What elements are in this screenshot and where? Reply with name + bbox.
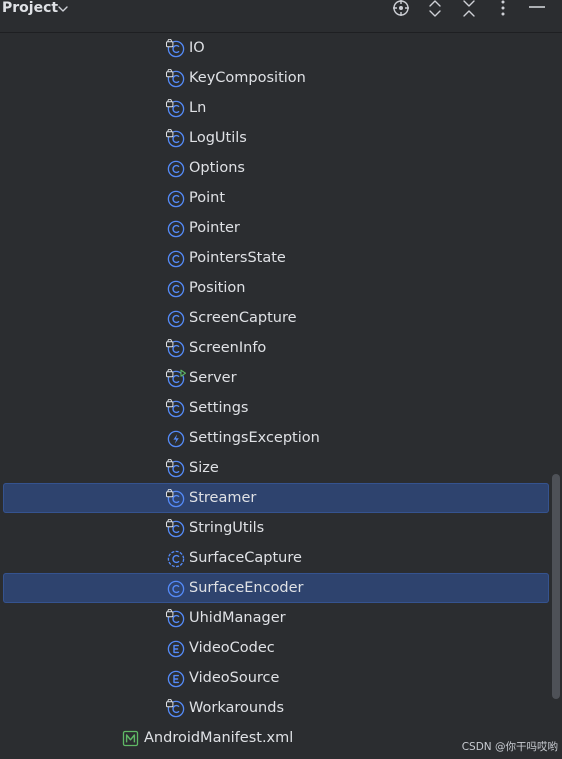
project-header: Project [0, 0, 562, 33]
tree-item[interactable]: StringUtils [3, 513, 549, 543]
tree-item-label: Ln [189, 100, 207, 116]
vertical-scrollbar-thumb[interactable] [552, 474, 560, 699]
manifest-icon [121, 729, 141, 749]
tree-item-label: UhidManager [189, 610, 286, 626]
class-icon [166, 698, 186, 719]
class-icon [166, 159, 186, 179]
tree-item[interactable]: Size [3, 453, 549, 483]
project-tool-window: Project IO KeyComposition Ln LogUtils Op… [0, 0, 562, 759]
class-icon [166, 458, 186, 479]
tree-item-label: ScreenInfo [189, 340, 267, 356]
exception-class-icon [166, 429, 186, 449]
hide-panel-icon[interactable] [527, 0, 547, 18]
tree-item-label: Position [189, 280, 246, 296]
tree-item[interactable]: IO [3, 33, 549, 63]
tree-item[interactable]: Settings [3, 393, 549, 423]
tree-item[interactable]: VideoSource [3, 663, 549, 693]
tree-item-label: Streamer [189, 490, 257, 506]
tree-item-label: KeyComposition [189, 70, 306, 86]
tree-item[interactable]: UhidManager [3, 603, 549, 633]
tree-item-label: Server [189, 370, 237, 386]
class-icon [166, 309, 186, 329]
tree-item-label: VideoSource [189, 670, 280, 686]
tree-item[interactable]: ScreenCapture [3, 303, 549, 333]
class-icon [166, 368, 187, 389]
tree-item[interactable]: Position [3, 273, 549, 303]
tree-item-label: Pointer [189, 220, 240, 236]
tree-item[interactable]: LogUtils [3, 123, 549, 153]
watermark: CSDN @你干吗哎哟 [461, 741, 558, 753]
class-icon [166, 68, 186, 89]
tree-item-label: PointersState [189, 250, 286, 266]
tree-item-label: LogUtils [189, 130, 247, 146]
tree-item-label: SurfaceCapture [189, 550, 302, 566]
tree-item-label: Options [189, 160, 245, 176]
class-icon [166, 128, 186, 149]
tree-item-label: IO [189, 40, 205, 56]
more-options-icon[interactable] [493, 0, 513, 18]
tree-item[interactable]: SurfaceEncoder [3, 573, 549, 603]
class-icon [166, 189, 186, 209]
class-icon [166, 279, 186, 299]
locate-icon[interactable] [391, 0, 411, 18]
tree-item[interactable]: SettingsException [3, 423, 549, 453]
enum-icon [166, 639, 186, 659]
tree-item-label: Workarounds [189, 700, 285, 716]
tree-item-label: StringUtils [189, 520, 265, 536]
class-icon [166, 579, 186, 599]
class-icon [166, 338, 186, 359]
class-icon [166, 249, 186, 269]
tree-item[interactable]: PointersState [3, 243, 549, 273]
class-icon [166, 518, 186, 539]
panel-title[interactable]: Project [2, 0, 58, 17]
expand-all-icon[interactable] [425, 0, 445, 18]
class-icon [166, 219, 186, 239]
tree-item-label: Settings [189, 400, 249, 416]
collapse-all-icon[interactable] [459, 0, 479, 18]
abstract-class-icon [166, 549, 186, 569]
tree-item[interactable]: Workarounds [3, 693, 549, 723]
enum-icon [166, 669, 186, 689]
tree-item-label: VideoCodec [189, 640, 275, 656]
project-tree: IO KeyComposition Ln LogUtils Options Point Po… [0, 33, 550, 759]
tree-item[interactable]: Pointer [3, 213, 549, 243]
tree-item-label: SettingsException [189, 430, 320, 446]
class-icon [166, 98, 186, 119]
tree-item[interactable]: SurfaceCapture [3, 543, 549, 573]
class-icon [166, 398, 186, 419]
chevron-down-icon[interactable] [56, 1, 70, 15]
class-icon [166, 608, 186, 629]
tree-item-label: ScreenCapture [189, 310, 297, 326]
tree-item[interactable]: Streamer [3, 483, 549, 513]
class-icon [166, 488, 186, 509]
tree-item[interactable]: VideoCodec [3, 633, 549, 663]
tree-item[interactable]: KeyComposition [3, 63, 549, 93]
tree-item-label: Point [189, 190, 226, 206]
tree-item[interactable]: Server [3, 363, 549, 393]
tree-item[interactable]: Point [3, 183, 549, 213]
tree-item-label: SurfaceEncoder [189, 580, 304, 596]
tree-item[interactable]: ScreenInfo [3, 333, 549, 363]
class-icon [166, 38, 186, 59]
tree-item[interactable]: Ln [3, 93, 549, 123]
tree-item-label: Size [189, 460, 219, 476]
tree-item-label: AndroidManifest.xml [144, 730, 294, 746]
tree-item[interactable]: Options [3, 153, 549, 183]
